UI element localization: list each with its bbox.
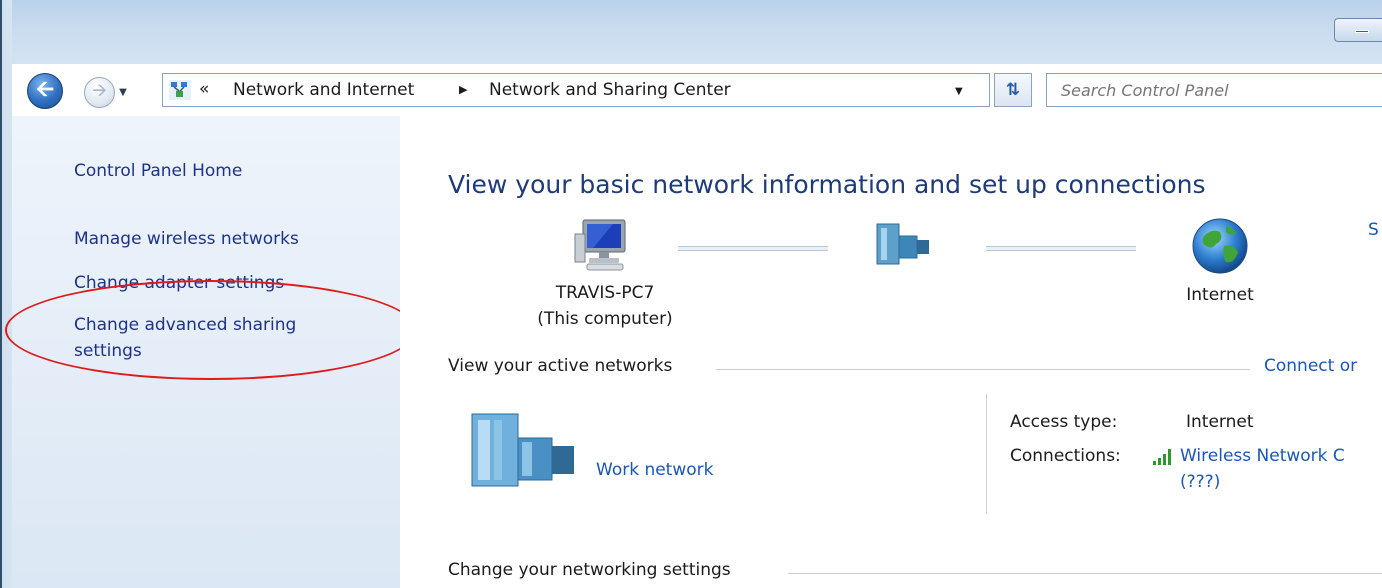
vertical-divider [986, 394, 987, 514]
wireless-signal-icon [1153, 449, 1171, 465]
chevron-down-icon: ▼ [119, 86, 127, 98]
work-network-link[interactable]: Work network [596, 460, 714, 480]
access-type-label: Access type: [1010, 412, 1118, 432]
internet-label: Internet [1186, 285, 1254, 305]
change-networking-settings-heading: Change your networking settings [448, 560, 731, 580]
annotation-highlight-ellipse [5, 280, 417, 380]
connections-label: Connections: [1010, 446, 1121, 466]
breadcrumb-network-sharing-center[interactable]: Network and Sharing Center [489, 80, 731, 100]
refresh-icon: ⇅ [1005, 80, 1021, 100]
refresh-button[interactable]: ⇅ [994, 73, 1032, 107]
section-divider-2 [788, 573, 1382, 574]
network-building-icon [876, 223, 929, 265]
map-connector-line [678, 246, 828, 251]
work-network-icon[interactable] [470, 412, 578, 490]
address-bar[interactable]: « Network and Internet ▶ Network and Sha… [162, 73, 990, 107]
search-box[interactable] [1046, 73, 1382, 107]
computer-icon [574, 219, 626, 271]
breadcrumb-network-and-internet[interactable]: Network and Internet [233, 80, 414, 100]
connection-status-link[interactable]: (???) [1180, 472, 1220, 492]
computer-sub-label: (This computer) [537, 309, 673, 329]
globe-icon [1192, 218, 1248, 274]
back-arrow-icon: 🡨 [36, 77, 54, 102]
network-folder-icon [169, 80, 191, 100]
network-sharing-center-window: 🡨 🡪 ▼ « Network and Internet ▶ Network a… [0, 0, 1382, 588]
section-divider [716, 369, 1250, 370]
breadcrumb-separator-icon[interactable]: ▶ [459, 83, 467, 96]
map-node-computer[interactable]: TRAVIS-PC7 (This computer) [520, 216, 690, 332]
minimize-icon [1355, 30, 1369, 33]
map-node-network[interactable] [868, 222, 938, 266]
page-title: View your basic network information and … [448, 170, 1206, 199]
computer-name: TRAVIS-PC7 [555, 283, 655, 303]
manage-wireless-networks-link[interactable]: Manage wireless networks [74, 226, 299, 252]
search-input[interactable] [1047, 74, 1382, 106]
map-node-internet[interactable]: Internet [1160, 216, 1280, 308]
title-bar [12, 0, 1382, 64]
window-frame-left [0, 0, 12, 588]
see-full-map-link[interactable]: S [1368, 220, 1379, 240]
breadcrumb-overflow-icon[interactable]: « [199, 79, 209, 99]
forward-button[interactable]: 🡪 [84, 77, 115, 108]
map-connector-line-2 [986, 246, 1136, 251]
recent-pages-button[interactable]: ▼ [116, 84, 130, 100]
control-panel-home-link[interactable]: Control Panel Home [74, 158, 242, 184]
minimize-button[interactable] [1334, 18, 1382, 42]
forward-arrow-icon: 🡪 [92, 79, 107, 101]
back-button[interactable]: 🡨 [27, 73, 63, 109]
wireless-connection-link[interactable]: Wireless Network C [1180, 446, 1345, 466]
access-type-value: Internet [1186, 412, 1254, 432]
main-content: View your basic network information and … [400, 116, 1382, 588]
address-dropdown-icon[interactable]: ▼ [955, 86, 963, 97]
active-networks-heading: View your active networks [448, 356, 673, 376]
connect-or-disconnect-link[interactable]: Connect or [1264, 356, 1357, 376]
